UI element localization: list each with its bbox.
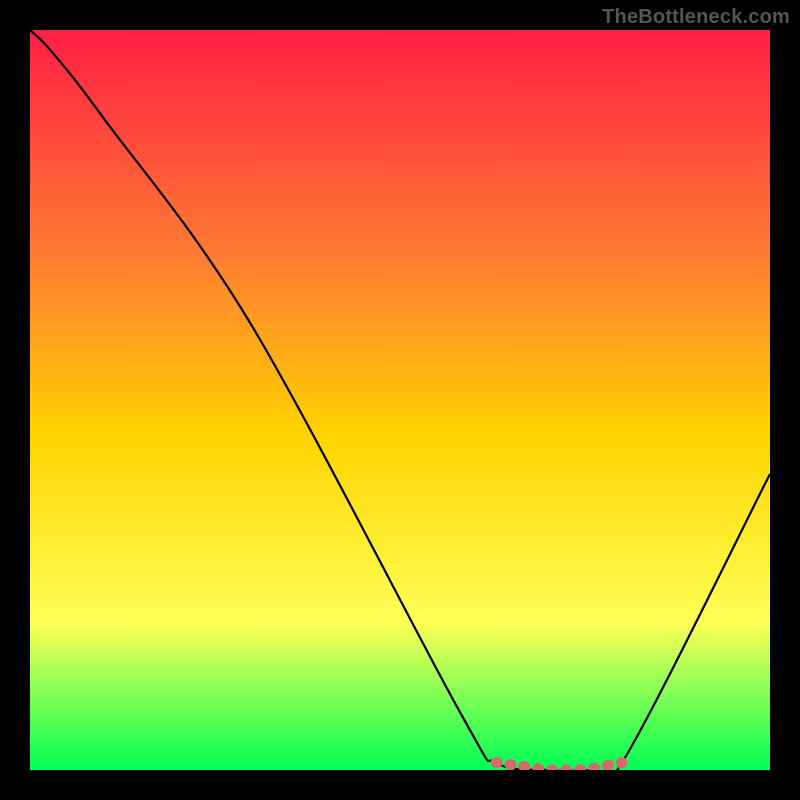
watermark-text: TheBottleneck.com [602, 6, 790, 29]
chart-background [30, 30, 770, 770]
chart-svg [30, 30, 770, 770]
chart-plot [30, 30, 770, 770]
chart-frame: TheBottleneck.com [0, 0, 800, 800]
